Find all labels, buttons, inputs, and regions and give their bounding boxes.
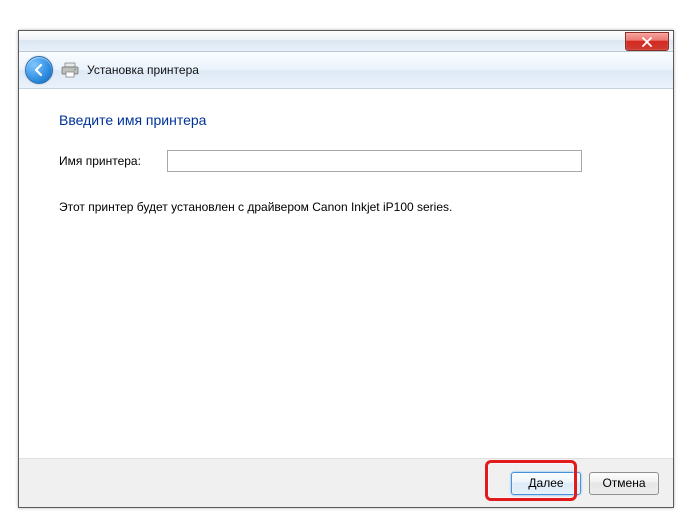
next-button[interactable]: Далее: [511, 472, 581, 495]
window-title: Установка принтера: [87, 63, 199, 77]
content-area: Введите имя принтера Имя принтера: Этот …: [19, 88, 673, 459]
titlebar: [19, 31, 673, 52]
printer-name-row: Имя принтера:: [59, 150, 633, 172]
printer-icon: [61, 62, 79, 78]
cancel-button[interactable]: Отмена: [589, 472, 659, 495]
driver-info-text: Этот принтер будет установлен с драйверо…: [59, 200, 633, 214]
wizard-window: Установка принтера Введите имя принтера …: [18, 30, 674, 508]
nav-header: Установка принтера: [19, 52, 673, 89]
printer-name-label: Имя принтера:: [59, 154, 167, 168]
close-button[interactable]: [625, 32, 669, 51]
page-heading: Введите имя принтера: [59, 112, 633, 128]
printer-name-input[interactable]: [167, 150, 582, 172]
close-icon: [642, 37, 652, 47]
back-button[interactable]: [25, 56, 53, 84]
footer-bar: Далее Отмена: [19, 458, 673, 507]
arrow-left-icon: [32, 63, 46, 77]
